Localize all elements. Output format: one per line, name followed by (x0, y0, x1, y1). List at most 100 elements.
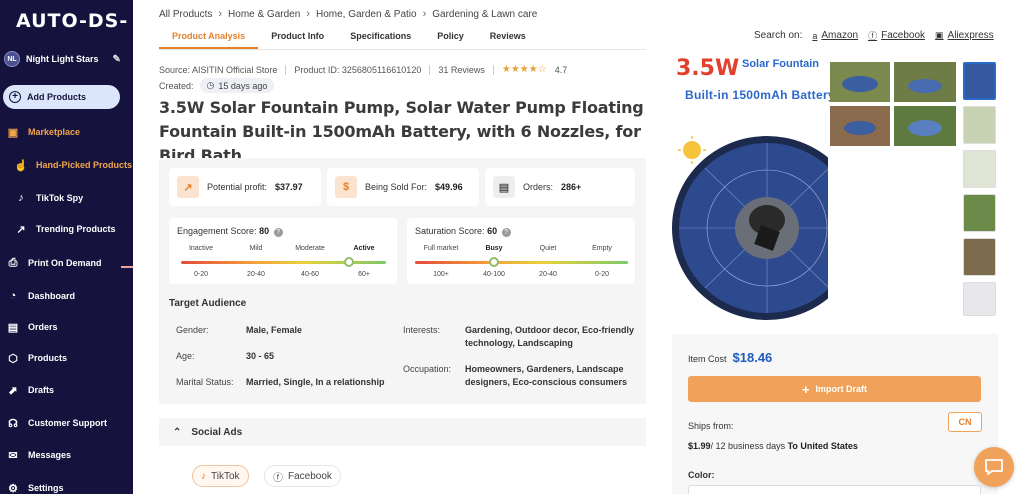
range-label: 100+ (433, 271, 449, 278)
indicator-dash (121, 266, 133, 268)
item-cost: Item Cost $18.46 (688, 350, 772, 365)
thumbnail-image[interactable] (963, 106, 996, 144)
sidebar-item-hand-picked[interactable]: ☝ Hand-Picked Products (0, 154, 133, 176)
gender-value: Male, Female (246, 325, 303, 335)
engagement-gauge-knob (343, 257, 354, 267)
range-label: 40-100 (483, 271, 505, 278)
engagement-label: Engagement Score: (177, 226, 257, 236)
sidebar-item-settings[interactable]: ⚙ Settings (0, 477, 133, 494)
sidebar-item-drafts[interactable]: ⬈ Drafts (0, 379, 133, 401)
range-label: 0-20 (193, 271, 209, 278)
thumbnail-image[interactable] (963, 150, 996, 188)
amazon-link-label: Amazon (821, 30, 859, 41)
created-row: Created: ◷ 15 days ago (159, 78, 275, 93)
sidebar-item-label: Orders (28, 322, 58, 332)
drafts-icon: ⬈ (8, 384, 18, 397)
import-draft-label: Import Draft (815, 384, 868, 394)
sidebar-item-orders[interactable]: ▤ Orders (0, 316, 133, 338)
tab-specifications[interactable]: Specifications (337, 27, 424, 49)
level-label: Inactive (188, 245, 214, 252)
color-label: Color: (688, 470, 715, 480)
product-id: Product ID: 3256805116610120 (294, 64, 422, 75)
aliexpress-icon: ▣ (935, 30, 944, 40)
facebook-link[interactable]: ⓕ Facebook (868, 29, 925, 42)
rating-value: 4.7 (554, 64, 568, 75)
chevron-right-icon: › (306, 8, 310, 20)
age-label: Age: (176, 351, 195, 361)
engagement-value: 80 (259, 226, 270, 236)
help-icon[interactable]: ? (501, 228, 511, 237)
shipping-time: / 12 business days (710, 441, 786, 451)
app-logo[interactable]: AUTO-DS- (16, 10, 128, 32)
range-label: 20-40 (247, 271, 265, 278)
product-source: Source: AISITIN Official Store (159, 64, 278, 75)
pricing-panel: Item Cost $18.46 + Import Draft Ships fr… (672, 334, 998, 494)
sidebar-item-products[interactable]: ⬡ Products (0, 347, 133, 369)
star-rating-icon: ★★★★☆ (501, 64, 547, 75)
facebook-ads-button[interactable]: ⓕ Facebook (264, 465, 341, 487)
sidebar-item-print-on-demand[interactable]: ⎙ Print On Demand (0, 252, 133, 274)
tab-product-info[interactable]: Product Info (258, 27, 337, 49)
breadcrumb-item[interactable]: All Products (159, 9, 212, 20)
thumbnail-image[interactable] (963, 194, 996, 232)
saturation-label: Saturation Score: (415, 226, 485, 236)
breadcrumb-item[interactable]: Home & Garden (228, 9, 300, 20)
tab-reviews[interactable]: Reviews (477, 27, 539, 49)
social-ads-toggle[interactable]: ⌃ Social Ads (159, 418, 646, 446)
sidebar-item-tiktok-spy[interactable]: ♪ TikTok Spy (0, 187, 133, 209)
shipping-price: $1.99 (688, 441, 711, 451)
saturation-gauge (415, 261, 628, 264)
help-icon[interactable]: ? (273, 228, 283, 237)
thumbnail-image[interactable] (963, 282, 996, 316)
sidebar-item-marketplace[interactable]: ▣ Marketplace (0, 121, 133, 143)
sidebar-item-label: Messages (28, 450, 72, 460)
created-label: Created: (159, 80, 194, 91)
sidebar-item-trending[interactable]: ↗ Trending Products (0, 218, 133, 240)
box-icon: ⬡ (8, 352, 18, 365)
aliexpress-link-label: Aliexpress (947, 30, 994, 41)
edit-icon[interactable]: ✎ (113, 54, 121, 65)
color-selector[interactable] (688, 485, 981, 494)
user-profile[interactable]: NL Night Light Stars ✎ (4, 50, 130, 68)
social-ads-heading: Social Ads (191, 426, 243, 438)
chevron-up-icon: ⌃ (173, 426, 182, 438)
tab-product-analysis[interactable]: Product Analysis (159, 27, 259, 49)
chat-support-button[interactable] (974, 447, 1014, 487)
level-label: Full market (423, 245, 459, 252)
dashboard-icon: ◔ (9, 290, 17, 302)
breadcrumb-item[interactable]: Gardening & Lawn care (432, 9, 537, 20)
facebook-link-label: Facebook (881, 30, 926, 41)
aliexpress-link[interactable]: ▣ Aliexpress (935, 30, 994, 41)
engagement-score-box: Engagement Score: 80 ? Inactive Mild Mod… (169, 218, 397, 284)
search-on: Search on: a Amazon ⓕ Facebook ▣ Aliexpress (754, 29, 994, 42)
tiktok-ads-button[interactable]: ♪ TikTok (192, 465, 249, 487)
sidebar-item-label: Trending Products (36, 224, 116, 234)
plus-icon: + (9, 91, 21, 103)
engagement-gauge (181, 261, 386, 264)
amazon-link[interactable]: a Amazon (812, 30, 858, 41)
sidebar-item-dashboard[interactable]: ◔ Dashboard (0, 285, 133, 307)
breadcrumb: All Products › Home & Garden › Home, Gar… (159, 8, 537, 20)
range-label: 0-20 (594, 271, 610, 278)
sidebar-item-label: Dashboard (28, 291, 76, 301)
add-products-button[interactable]: + Add Products (3, 85, 120, 109)
sidebar-item-customer-support[interactable]: ☊ Customer Support (0, 412, 133, 434)
tab-bar: Product Analysis Product Info Specificat… (159, 27, 539, 49)
orders-label: Orders: (523, 182, 554, 192)
thumbnail-image[interactable] (963, 238, 996, 276)
sidebar-item-label: TikTok Spy (36, 193, 84, 203)
ships-from-cn-button[interactable]: CN (948, 412, 982, 432)
ships-from-label: Ships from: (688, 421, 734, 431)
profit-card: ↗ Potential profit: $37.97 (169, 168, 321, 206)
breadcrumb-item[interactable]: Home, Garden & Patio (316, 9, 417, 20)
age-value: 30 - 65 (246, 351, 275, 361)
facebook-icon: ⓕ (868, 31, 878, 41)
facebook-icon: ⓕ (273, 472, 283, 484)
import-draft-button[interactable]: + Import Draft (688, 376, 981, 402)
sidebar-item-messages[interactable]: ✉ Messages (0, 444, 133, 466)
thumbnail-image[interactable] (963, 62, 996, 100)
plus-icon: + (801, 381, 810, 397)
review-count[interactable]: 31 Reviews (438, 65, 485, 75)
tab-policy[interactable]: Policy (424, 27, 477, 49)
level-label: Quiet (539, 245, 557, 252)
